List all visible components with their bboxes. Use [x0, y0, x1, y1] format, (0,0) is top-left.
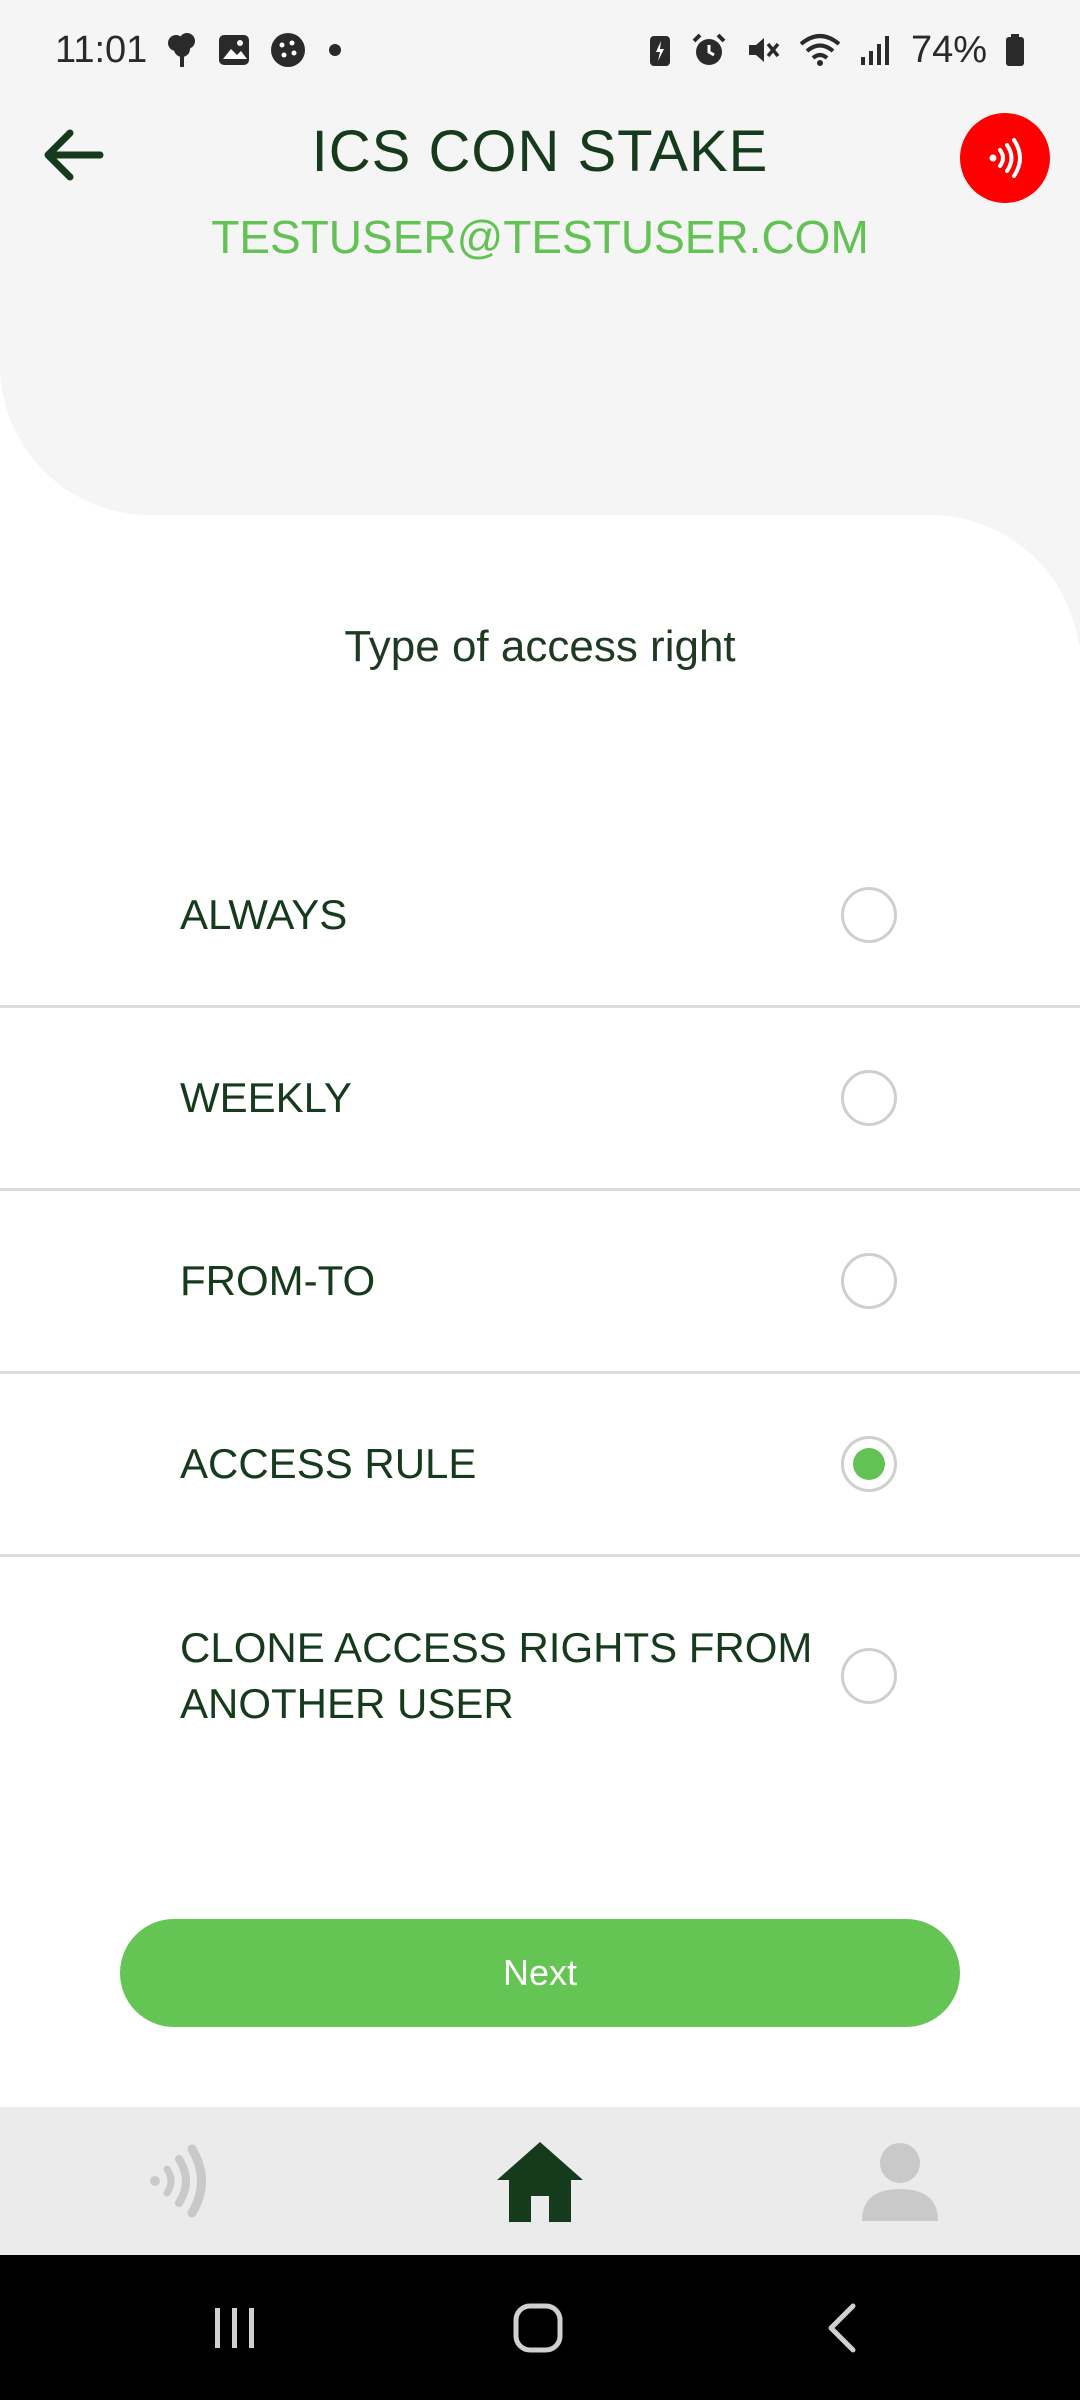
recents-button[interactable] [155, 2255, 315, 2400]
section-title: Type of access right [344, 622, 736, 671]
system-back-button[interactable] [762, 2255, 922, 2400]
option-label: ACCESS RULE [180, 1440, 477, 1487]
status-time: 11:01 [55, 28, 148, 71]
option-access-rule[interactable]: ACCESS RULE [0, 1374, 1080, 1557]
tab-profile[interactable] [800, 2107, 1000, 2255]
user-email: TESTUSER@TESTUSER.COM [211, 211, 869, 263]
radio-button[interactable] [841, 1648, 897, 1704]
profile-icon [862, 2143, 938, 2221]
system-navigation-bar [0, 2255, 1080, 2400]
tab-home[interactable] [440, 2107, 640, 2255]
nfc-button[interactable] [960, 113, 1050, 203]
nfc-icon [150, 2144, 206, 2218]
access-type-list: ALWAYS WEEKLY FROM-TO ACCESS RULE CLONE … [0, 825, 1080, 1795]
radio-button[interactable] [841, 887, 897, 943]
status-left: 11:01 [55, 29, 345, 72]
system-home-button[interactable] [458, 2255, 618, 2400]
mute-icon [745, 32, 781, 68]
radio-button-selected[interactable] [841, 1436, 897, 1492]
option-weekly[interactable]: WEEKLY [0, 1008, 1080, 1191]
option-label: FROM-TO [180, 1257, 376, 1304]
page-title: ICS CON STAKE [311, 119, 769, 184]
option-always[interactable]: ALWAYS [0, 825, 1080, 1008]
radio-button[interactable] [841, 1253, 897, 1309]
battery-saver-icon [647, 32, 673, 68]
next-button[interactable]: Next [120, 1919, 960, 2027]
option-label: ALWAYS [180, 891, 348, 938]
option-from-to[interactable]: FROM-TO [0, 1191, 1080, 1374]
home-square-icon [513, 2303, 563, 2352]
alarm-icon [691, 32, 727, 68]
cookie-icon [269, 31, 307, 69]
gallery-icon [217, 33, 251, 67]
option-clone-access-rights[interactable]: CLONE ACCESS RIGHTS FROM ANOTHER USER [0, 1557, 1080, 1795]
status-right: 74% [647, 29, 1025, 72]
tree-icon [165, 31, 199, 69]
home-icon [497, 2142, 583, 2222]
battery-percentage: 74% [910, 28, 987, 71]
status-bar: 11:01 74% [0, 0, 1080, 100]
option-label: CLONE ACCESS RIGHTS FROM ANOTHER USER [180, 1624, 813, 1727]
chevron-left-icon [828, 2303, 856, 2352]
tab-nfc[interactable] [80, 2107, 280, 2255]
battery-icon [1005, 33, 1025, 67]
signal-icon [859, 33, 893, 67]
nfc-icon [989, 138, 1022, 178]
radio-button[interactable] [841, 1070, 897, 1126]
recents-icon [215, 2307, 254, 2348]
dot-icon [325, 40, 345, 60]
bottom-tab-bar [0, 2107, 1080, 2255]
wifi-icon [799, 32, 841, 68]
option-label: WEEKLY [180, 1074, 352, 1121]
